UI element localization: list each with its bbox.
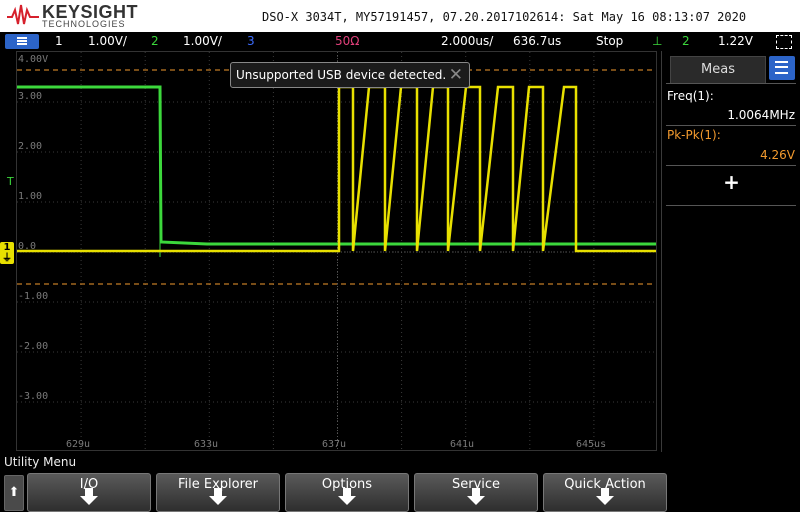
softkey-io[interactable]: I/O [27, 473, 151, 512]
trigger-edge-icon: ⊥ [652, 34, 663, 48]
title-bar: KEYSIGHT TECHNOLOGIES DSO-X 3034T, MY571… [0, 0, 800, 32]
softkey-bar: ⬆ I/O File Explorer Options Service Quic… [0, 472, 800, 512]
y-axis-label: -2.00 [18, 341, 49, 352]
waveform-svg [17, 52, 656, 450]
close-icon[interactable]: ✕ [449, 65, 463, 85]
panel-menu-button[interactable] [769, 56, 795, 80]
y-axis-label: -3.00 [18, 391, 49, 402]
channel-1-marker-label: 1 [3, 242, 11, 253]
channel-1-scale[interactable]: 1.00V/ [88, 34, 127, 48]
menu-title: Utility Menu [4, 455, 77, 469]
waveform-display[interactable] [16, 51, 657, 451]
x-axis-label: 645us [576, 439, 607, 450]
arrow-down-icon [467, 488, 485, 505]
x-axis-label: 633u [194, 439, 219, 450]
main-menu-button[interactable] [5, 34, 39, 49]
softkey-options[interactable]: Options [285, 473, 409, 512]
y-axis-label: -1.00 [18, 291, 49, 302]
timebase-scale[interactable]: 2.000us/ [441, 34, 493, 48]
arrow-down-icon [596, 488, 614, 505]
menu-up-button[interactable]: ⬆ [4, 475, 24, 511]
softkey-service[interactable]: Service [414, 473, 538, 512]
status-bar: 1 1.00V/ 2 1.00V/ 3 50Ω 2.000us/ 636.7us… [0, 32, 800, 51]
add-measurement-button[interactable]: + [662, 170, 800, 194]
run-state[interactable]: Stop [596, 34, 623, 48]
divider [666, 125, 796, 126]
divider [666, 83, 796, 84]
y-axis-label: 4.00V [18, 54, 49, 65]
arrow-down-icon [338, 488, 356, 505]
channel-3-number[interactable]: 3 [247, 34, 255, 48]
divider [666, 165, 796, 166]
channel-1-number[interactable]: 1 [55, 34, 63, 48]
channel-1-ground-marker[interactable]: 1 ⏚ [0, 242, 14, 264]
x-axis-label: 641u [450, 439, 475, 450]
fullscreen-icon[interactable] [776, 35, 792, 49]
impedance-indicator: 50Ω [335, 34, 360, 48]
x-axis-label: 629u [66, 439, 91, 450]
trigger-source[interactable]: 2 [682, 34, 690, 48]
pkpk-label: Pk-Pk(1): [667, 128, 721, 142]
x-axis-label: 637u [322, 439, 347, 450]
y-axis-label: 1.00 [18, 191, 43, 202]
meas-title: Meas [701, 62, 735, 77]
trigger-level-marker[interactable]: T [7, 175, 14, 188]
y-axis-label: 3.00 [18, 91, 43, 102]
time-delay[interactable]: 636.7us [513, 34, 561, 48]
arrow-down-icon [80, 488, 98, 505]
device-info: DSO-X 3034T, MY57191457, 07.20.201710261… [262, 10, 747, 24]
channel-2-number[interactable]: 2 [151, 34, 159, 48]
pkpk-value: 4.26V [760, 148, 795, 162]
notification-message: Unsupported USB device detected. [236, 68, 447, 82]
arrow-down-icon [209, 488, 227, 505]
softkey-file-explorer[interactable]: File Explorer [156, 473, 280, 512]
usb-notification: Unsupported USB device detected. ✕ [230, 62, 470, 88]
freq-value: 1.0064MHz [727, 108, 795, 122]
y-axis-label: 2.00 [18, 141, 43, 152]
keysight-logo-icon [7, 4, 39, 25]
brand-subtitle: TECHNOLOGIES [42, 19, 126, 29]
channel-2-scale[interactable]: 1.00V/ [183, 34, 222, 48]
trigger-level[interactable]: 1.22V [718, 34, 753, 48]
softkey-quick-action[interactable]: Quick Action [543, 473, 667, 512]
y-axis-label: 0.0 [18, 241, 37, 252]
freq-label: Freq(1): [667, 89, 714, 103]
divider [666, 205, 796, 206]
measurement-panel: Meas Freq(1): 1.0064MHz Pk-Pk(1): 4.26V … [661, 51, 800, 452]
meas-tab[interactable]: Meas [670, 56, 766, 84]
